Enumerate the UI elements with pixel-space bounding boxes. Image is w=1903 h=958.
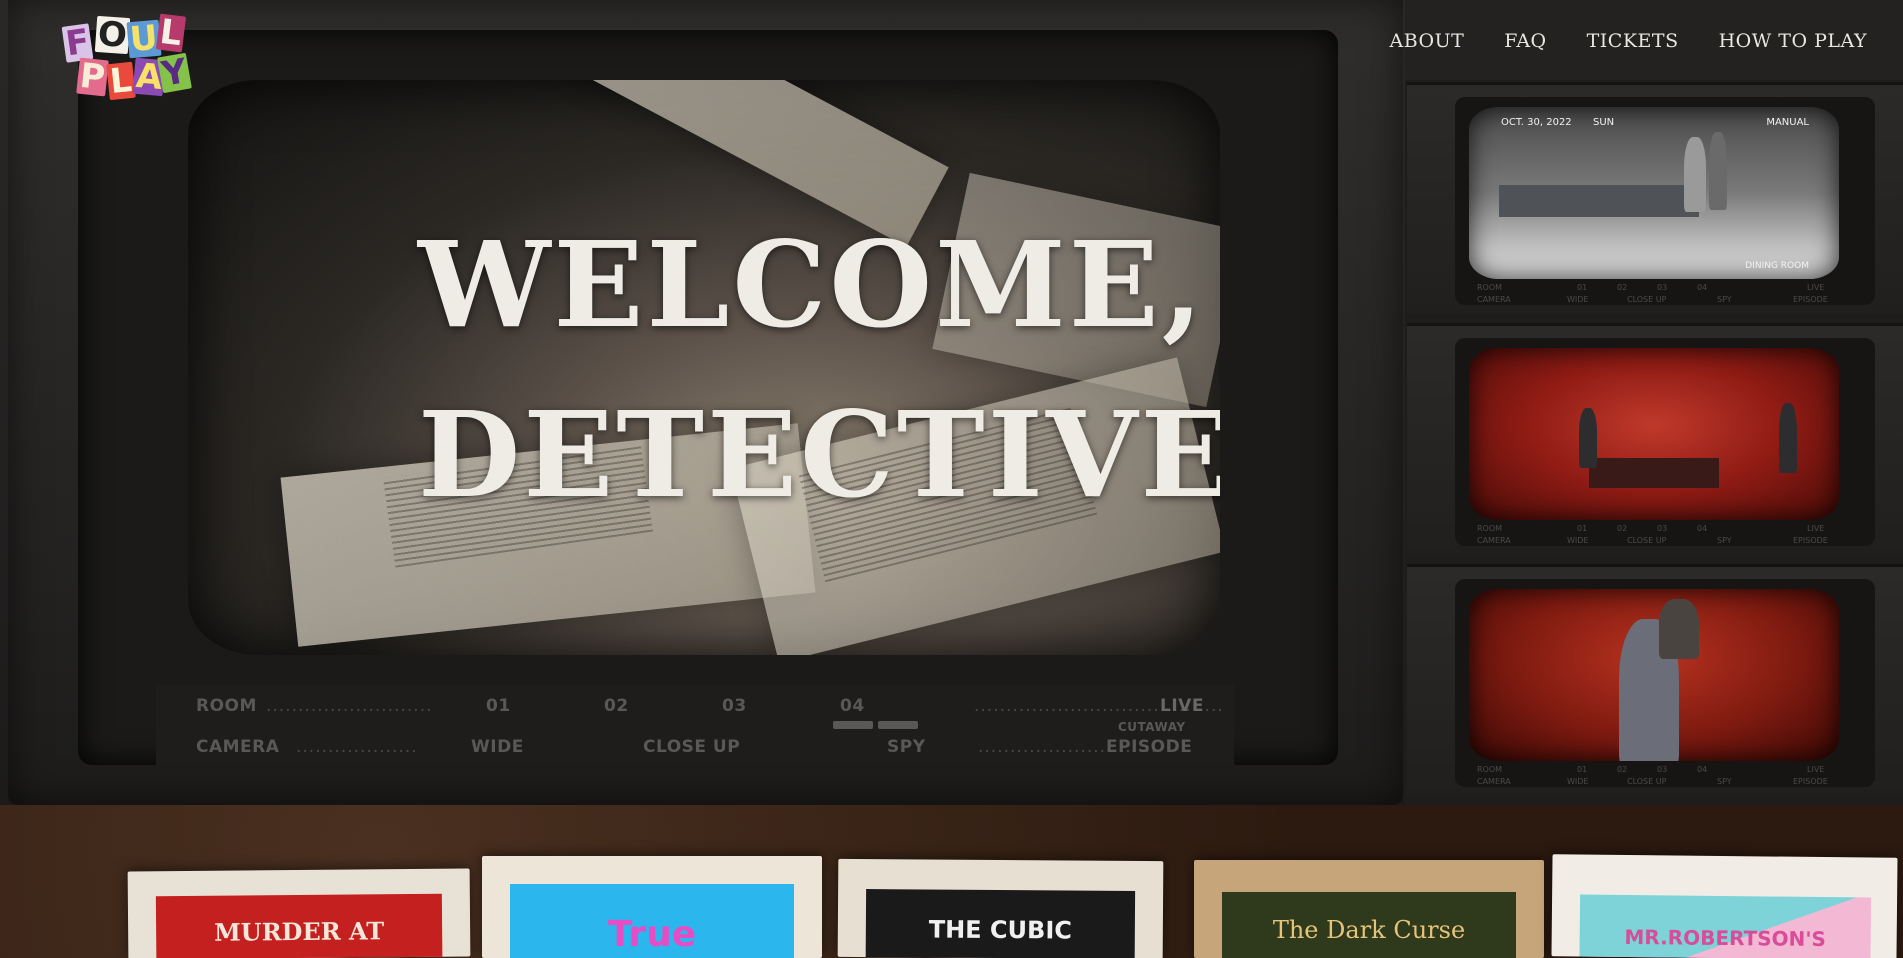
episode-card-art: True	[510, 884, 794, 958]
hero-section: WELCOME, DETECTIVE ROOM ................…	[0, 0, 1903, 805]
episode-card-art: THE CUBIC	[865, 889, 1136, 958]
camera-spy[interactable]: SPY	[887, 737, 926, 757]
table	[1589, 458, 1719, 488]
monitor-date: OCT. 30, 2022	[1501, 117, 1572, 128]
room-selection-bar	[833, 721, 873, 729]
monitor-mode: MANUAL	[1766, 117, 1809, 128]
foul-play-logo[interactable]: F O U L P L A Y	[60, 11, 192, 103]
dining-table	[1499, 185, 1699, 217]
live-indicator[interactable]: LIVE	[1160, 696, 1204, 716]
monitor-screen-red-room[interactable]	[1469, 348, 1839, 520]
main-nav: ABOUT FAQ TICKETS HOW TO PLAY	[1389, 30, 1867, 52]
episode-card-title: MURDER AT	[214, 916, 385, 947]
logo-letter: P	[76, 55, 109, 99]
side-monitor-3[interactable]: ROOM 01 02 03 04 LIVE CAMERA WIDE CLOSE …	[1407, 564, 1903, 796]
nav-about[interactable]: ABOUT	[1389, 30, 1464, 52]
nav-tickets[interactable]: TICKETS	[1587, 30, 1679, 52]
logo-letter: Y	[157, 51, 192, 95]
camera-wide[interactable]: WIDE	[471, 737, 524, 757]
episode-card-art: The Dark Curse	[1222, 892, 1516, 958]
dotted-leader: ...................	[296, 737, 418, 757]
monitor-screen-performers[interactable]	[1469, 589, 1839, 761]
camera-close-up[interactable]: CLOSE UP	[643, 737, 740, 757]
headline-line-2: DETECTIVE	[418, 385, 1220, 524]
room-03[interactable]: 03	[722, 696, 747, 716]
camera-control-strip: ROOM .......................... 01 02 03…	[156, 685, 1234, 765]
monitor-mini-strip: ROOM 01 02 03 04 LIVE CAMERA WIDE CLOSE …	[1477, 765, 1828, 786]
room-selection-bar	[878, 721, 918, 729]
headline-line-1: WELCOME,	[418, 215, 1206, 354]
figure	[1579, 408, 1597, 468]
episode-card-title: The Dark Curse	[1272, 916, 1466, 944]
episode-card[interactable]: THE CUBIC	[837, 858, 1164, 958]
main-tv: WELCOME, DETECTIVE ROOM ................…	[8, 0, 1403, 805]
episode-card-title: MR.ROBERTSON'S	[1624, 924, 1826, 952]
monitor-mini-strip: ROOM 01 02 03 04 LIVE CAMERA WIDE CLOSE …	[1477, 524, 1828, 545]
logo-letter: O	[94, 14, 131, 56]
figure	[1684, 137, 1706, 212]
room-04[interactable]: 04	[840, 696, 865, 716]
episode-card[interactable]: True	[482, 856, 822, 958]
episode-card-title: THE CUBIC	[928, 915, 1073, 945]
figure	[1709, 132, 1727, 210]
monitor-mini-strip: ROOM 01 02 03 04 LIVE CAMERA WIDE CLOSE …	[1477, 283, 1828, 304]
room-label: ROOM	[196, 696, 257, 716]
nav-faq[interactable]: FAQ	[1504, 30, 1546, 52]
figure	[1779, 403, 1797, 473]
monitor-screen-dining-room[interactable]: OCT. 30, 2022 SUN MANUAL DINING ROOM	[1469, 107, 1839, 279]
side-monitor-1[interactable]: OCT. 30, 2022 SUN MANUAL DINING ROOM ROO…	[1407, 82, 1903, 314]
logo-letter: U	[126, 17, 162, 61]
episode-card[interactable]: MR.ROBERTSON'S	[1551, 854, 1898, 958]
room-01[interactable]: 01	[486, 696, 511, 716]
hero-headline: WELCOME, DETECTIVE	[418, 200, 1220, 540]
episode-card-art: MR.ROBERTSON'S	[1579, 894, 1872, 958]
logo-letter: L	[155, 11, 186, 55]
cutaway-label[interactable]: CUTAWAY	[1118, 720, 1186, 734]
monitor-day: SUN	[1593, 117, 1615, 128]
episode-card-art: MURDER AT	[155, 893, 443, 958]
room-02[interactable]: 02	[604, 696, 629, 716]
camera-label: CAMERA	[196, 737, 280, 757]
logo-letter: L	[106, 59, 136, 103]
episode-card[interactable]: The Dark Curse	[1194, 860, 1544, 958]
side-monitor-2[interactable]: ROOM 01 02 03 04 LIVE CAMERA WIDE CLOSE …	[1407, 323, 1903, 555]
nav-how-to-play[interactable]: HOW TO PLAY	[1719, 30, 1867, 52]
episode-card-title: True	[607, 914, 697, 955]
episode-card[interactable]: MURDER AT	[127, 868, 471, 958]
main-tv-screen[interactable]: WELCOME, DETECTIVE	[188, 80, 1220, 655]
monitor-room-label: DINING ROOM	[1745, 261, 1809, 271]
episode-label[interactable]: EPISODE	[1106, 737, 1192, 757]
dotted-leader: ..........................	[266, 696, 433, 716]
figure	[1659, 599, 1699, 659]
